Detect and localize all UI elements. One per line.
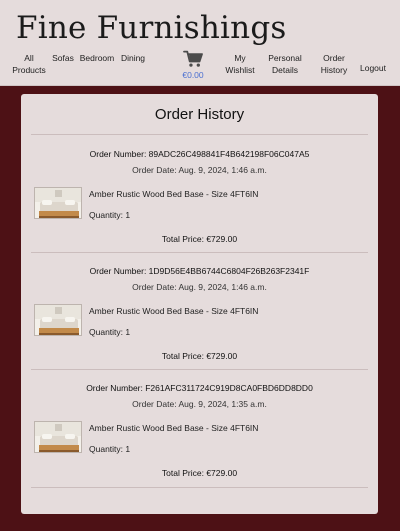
order-date: Order Date: Aug. 9, 2024, 1:35 a.m. [132,399,267,409]
order-number: Order Number: F261AFC311724C919D8CA0FBD6… [86,383,313,393]
order-date: Order Date: Aug. 9, 2024, 1:46 a.m. [132,282,267,292]
order-total: Total Price: €729.00 [161,468,238,478]
nav-dining[interactable]: Dining [118,52,148,64]
nav-personal-details[interactable]: Personal Details [264,52,306,76]
product-thumbnail[interactable] [34,304,82,336]
order-date: Order Date: Aug. 9, 2024, 1:46 a.m. [132,165,267,175]
nav-order-history-line1: Order [323,53,345,63]
nav-my-wishlist-line2: Wishlist [225,65,255,75]
divider [31,487,368,488]
product-name[interactable]: Amber Rustic Wood Bed Base - Size 4FT6IN [89,189,258,199]
nav-dining-label: Dining [120,53,146,63]
product-quantity: Quantity: 1 [89,327,131,337]
nav-order-history[interactable]: Order History [316,52,352,76]
nav-my-wishlist[interactable]: My Wishlist [220,52,260,76]
divider [31,134,368,135]
product-quantity: Quantity: 1 [89,444,131,454]
order-total: Total Price: €729.00 [161,234,238,244]
product-thumbnail[interactable] [34,421,82,453]
shopping-cart-icon [183,50,203,67]
product-name[interactable]: Amber Rustic Wood Bed Base - Size 4FT6IN [89,423,258,433]
order-card: Order Number: 89ADC26C498841F4B642198F06… [21,149,378,267]
nav-bedroom[interactable]: Bedroom [78,52,116,64]
order-history-panel: Order History Order Number: 89ADC26C4988… [21,94,378,514]
bed-photo-icon [35,188,81,218]
nav-personal-details-line2: Details [272,65,298,75]
order-total: Total Price: €729.00 [161,351,238,361]
order-number: Order Number: 1D9D56E4BB6744C6804F26B263… [89,266,310,276]
nav-bedroom-label: Bedroom [79,53,115,63]
product-quantity: Quantity: 1 [89,210,131,220]
cart-button[interactable]: €0.00 [176,50,210,80]
divider [31,369,368,370]
order-number: Order Number: 89ADC26C498841F4B642198F06… [89,149,310,159]
nav-sofas-label: Sofas [52,53,74,63]
site-header: Fine Furnishings All Products Sofas Bedr… [0,0,400,86]
bed-photo-icon [35,422,81,452]
nav-all-products-line1: All [24,53,34,63]
order-card: Order Number: F261AFC311724C919D8CA0FBD6… [21,383,378,501]
nav-all-products[interactable]: All Products [10,52,48,76]
nav-logout-label: Logout [360,63,386,73]
product-name[interactable]: Amber Rustic Wood Bed Base - Size 4FT6IN [89,306,258,316]
site-logo[interactable]: Fine Furnishings [16,10,286,46]
nav-all-products-line2: Products [12,65,46,75]
nav-personal-details-line1: Personal [268,53,302,63]
product-thumbnail[interactable] [34,187,82,219]
nav-order-history-line2: History [320,65,348,75]
page-title: Order History [154,106,245,123]
nav-my-wishlist-line1: My [234,53,246,63]
divider [31,252,368,253]
bed-photo-icon [35,305,81,335]
cart-total: €0.00 [182,70,204,80]
nav-logout[interactable]: Logout [356,62,390,74]
order-card: Order Number: 1D9D56E4BB6744C6804F26B263… [21,266,378,384]
nav-sofas[interactable]: Sofas [50,52,76,64]
